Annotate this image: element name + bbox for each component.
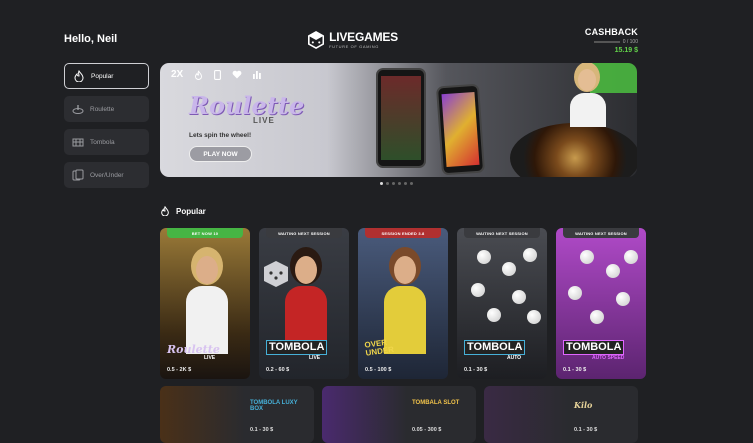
game-card-tombola-auto[interactable]: WAITING NEXT SESSION TOMBOLA AUTO 0.1 - …: [457, 228, 547, 379]
carousel-dots: [380, 182, 413, 185]
status-badge: SESSION ENDED 3.8: [365, 228, 441, 238]
carousel-dot[interactable]: [392, 182, 395, 185]
game-price: 0.1 - 30 $: [464, 367, 488, 373]
dealer-image: [570, 69, 606, 127]
game-title: OVER UNDER: [363, 337, 395, 358]
cashback-title: CASHBACK: [584, 27, 638, 37]
game-price: 0.1 - 30 $: [574, 427, 598, 433]
sidebar: Popular Roulette Tombola Over/Under: [64, 63, 149, 195]
ball-image: [471, 283, 485, 297]
ball-image: [512, 290, 526, 304]
game-subtitle: AUTO: [507, 355, 522, 361]
sidebar-item-label: Tombola: [90, 138, 115, 146]
carousel-dot[interactable]: [410, 182, 413, 185]
game-card-kilo[interactable]: Kilo 0.1 - 30 $: [484, 386, 638, 443]
hero-banner[interactable]: 2X Roulette LIVE Lets spin the wheel! PL…: [160, 63, 637, 177]
game-card-over-under[interactable]: SESSION ENDED 3.8 OVER UNDER 0.5 - 100 $: [358, 228, 448, 379]
game-title: TOMBOLA: [266, 340, 328, 355]
ball-image: [568, 286, 582, 300]
mobile-icon[interactable]: [214, 69, 222, 80]
ball-image: [477, 250, 491, 264]
game-card-tombola-auto-speed[interactable]: WAITING NEXT SESSION TOMBOLA AUTO SPEED …: [556, 228, 646, 379]
ball-image: [523, 248, 537, 262]
game-card-roulette[interactable]: BET NOW 10 Roulette LIVE 0.5 - 2K $: [160, 228, 250, 379]
status-badge: WAITING NEXT SESSION: [266, 228, 342, 238]
play-now-button[interactable]: PLAY NOW: [189, 146, 252, 162]
game-subtitle: LIVE: [204, 355, 216, 361]
game-price: 0.2 - 60 $: [266, 367, 290, 373]
section-header: Popular: [160, 206, 206, 216]
hero-subtitle: LIVE: [253, 116, 275, 125]
game-price: 0.5 - 100 $: [365, 367, 392, 373]
cube-logo-icon: [308, 31, 325, 49]
hero-title: Roulette: [189, 91, 305, 120]
bar-chart-icon[interactable]: [253, 70, 262, 79]
game-price: 0.5 - 2K $: [167, 367, 192, 373]
game-card-tombola-live[interactable]: WAITING NEXT SESSION TOMBOLA LIVE 0.2 - …: [259, 228, 349, 379]
greeting: Hello, Neil: [64, 33, 118, 45]
sidebar-item-roulette[interactable]: Roulette: [64, 96, 149, 122]
game-title: TOMBOLA LUXY BOX: [250, 400, 298, 412]
roulette-wheel-image: [510, 123, 637, 177]
sidebar-item-popular[interactable]: Popular: [64, 63, 149, 89]
carousel-dot[interactable]: [398, 182, 401, 185]
sidebar-item-tombola[interactable]: Tombola: [64, 129, 149, 155]
ball-image: [590, 310, 604, 324]
sidebar-item-label: Popular: [91, 72, 114, 80]
carousel-dot[interactable]: [380, 182, 383, 185]
heart-icon[interactable]: [232, 70, 242, 79]
sidebar-item-label: Roulette: [90, 105, 115, 113]
ball-image: [624, 250, 638, 264]
status-badge: WAITING NEXT SESSION: [464, 228, 540, 238]
logo-name: LIVEGAMES: [329, 30, 398, 44]
ball-image: [527, 310, 541, 324]
game-subtitle: AUTO SPEED: [592, 355, 625, 361]
game-price: 0.1 - 30 $: [250, 427, 274, 433]
game-card-tombala-slot[interactable]: TOMBALA SLOT 0.05 - 300 $: [322, 386, 476, 443]
logo[interactable]: LIVEGAMES FUTURE OF GAMING: [308, 28, 398, 52]
hero-icon-bar: 2X: [171, 69, 262, 80]
carousel-dot[interactable]: [404, 182, 407, 185]
game-price: 0.05 - 300 $: [412, 427, 442, 433]
game-title: Roulette: [167, 343, 220, 356]
game-row-secondary: TOMBOLA LUXY BOX 0.1 - 30 $ TOMBALA SLOT…: [160, 386, 638, 443]
game-subtitle: LIVE: [309, 355, 321, 361]
sidebar-item-over-under[interactable]: Over/Under: [64, 162, 149, 188]
game-title: TOMBOLA: [563, 340, 625, 355]
ball-image: [502, 262, 516, 276]
dealer-image: [186, 256, 228, 354]
flame-icon: [74, 70, 84, 82]
game-title: TOMBALA SLOT: [412, 400, 460, 406]
section-title: Popular: [176, 206, 206, 216]
phone-image: [435, 83, 486, 176]
game-title: TOMBOLA: [464, 340, 526, 355]
cashback-progress-bar: [593, 41, 620, 43]
game-grid: BET NOW 10 Roulette LIVE 0.5 - 2K $ WAIT…: [160, 228, 646, 379]
ball-image: [580, 250, 594, 264]
game-title: Kilo: [574, 400, 593, 410]
game-card-tombola-luxy-box[interactable]: TOMBOLA LUXY BOX 0.1 - 30 $: [160, 386, 314, 443]
cards-icon: [72, 169, 84, 181]
cashback-widget[interactable]: CASHBACK 0 / 100 15.19 $: [568, 27, 638, 54]
carousel-dot[interactable]: [386, 182, 389, 185]
ball-image: [606, 264, 620, 278]
ball-image: [487, 308, 501, 322]
tombola-icon: [72, 138, 84, 147]
flame-icon: [161, 206, 169, 216]
phone-image: [376, 68, 426, 168]
sidebar-item-label: Over/Under: [90, 171, 124, 179]
status-badge: WAITING NEXT SESSION: [563, 228, 639, 238]
hero-tagline: Lets spin the wheel!: [189, 132, 252, 139]
roulette-icon: [72, 105, 84, 114]
flame-icon[interactable]: [194, 69, 203, 80]
game-price: 0.1 - 30 $: [563, 367, 587, 373]
status-badge: BET NOW 10: [167, 228, 243, 238]
logo-tagline: FUTURE OF GAMING: [329, 44, 379, 49]
ball-image: [616, 292, 630, 306]
multiplier-badge[interactable]: 2X: [171, 69, 183, 80]
cashback-amount: 15.19 $: [614, 47, 638, 54]
cashback-progress: 0 / 100: [622, 39, 638, 45]
